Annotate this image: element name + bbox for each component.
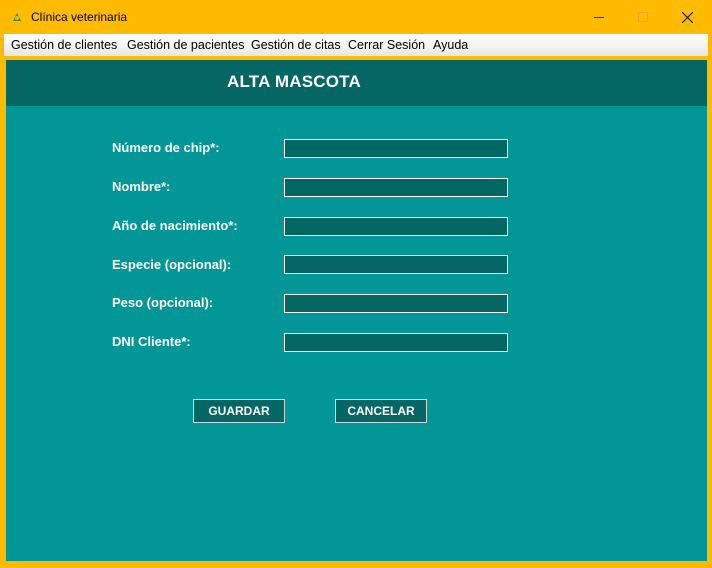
menu-bar: Gestión de clientes Gestión de pacientes… [4,34,708,56]
weight-label: Peso (opcional): [112,295,214,310]
close-icon [681,11,693,23]
app-window: Clínica veterinaria Gestión de clientes … [0,0,712,568]
menu-ayuda[interactable]: Ayuda [433,38,468,52]
menu-gestion-pacientes[interactable]: Gestión de pacientes [127,38,244,52]
window-title: Clínica veterinaria [31,10,128,24]
menu-cerrar-sesion[interactable]: Cerrar Sesión [348,38,425,52]
birth-year-label: Año de nacimiento*: [112,218,238,233]
menu-gestion-citas[interactable]: Gestión de citas [251,38,341,52]
form-panel: ALTA MASCOTA Número de chip*: Nombre*: A… [6,60,707,561]
cancel-button[interactable]: CANCELAR [335,399,427,423]
birth-year-input[interactable] [284,217,508,236]
chip-input[interactable] [284,139,508,158]
weight-input[interactable] [284,294,508,313]
maximize-button[interactable] [620,0,666,34]
chip-label: Número de chip*: [112,140,220,155]
species-label: Especie (opcional): [112,257,232,272]
save-button[interactable]: GUARDAR [193,399,285,423]
minimize-button[interactable] [576,0,622,34]
close-button[interactable] [664,0,710,34]
app-icon [13,13,21,21]
name-label: Nombre*: [112,179,171,194]
name-input[interactable] [284,178,508,197]
page-title: ALTA MASCOTA [227,72,361,91]
form-header: ALTA MASCOTA [6,60,707,106]
maximize-icon [638,12,648,22]
dni-input[interactable] [284,333,508,352]
species-input[interactable] [284,255,508,274]
title-bar[interactable]: Clínica veterinaria [0,0,712,34]
menu-gestion-clientes[interactable]: Gestión de clientes [11,38,117,52]
minimize-icon [594,17,604,18]
dni-label: DNI Cliente*: [112,334,191,349]
